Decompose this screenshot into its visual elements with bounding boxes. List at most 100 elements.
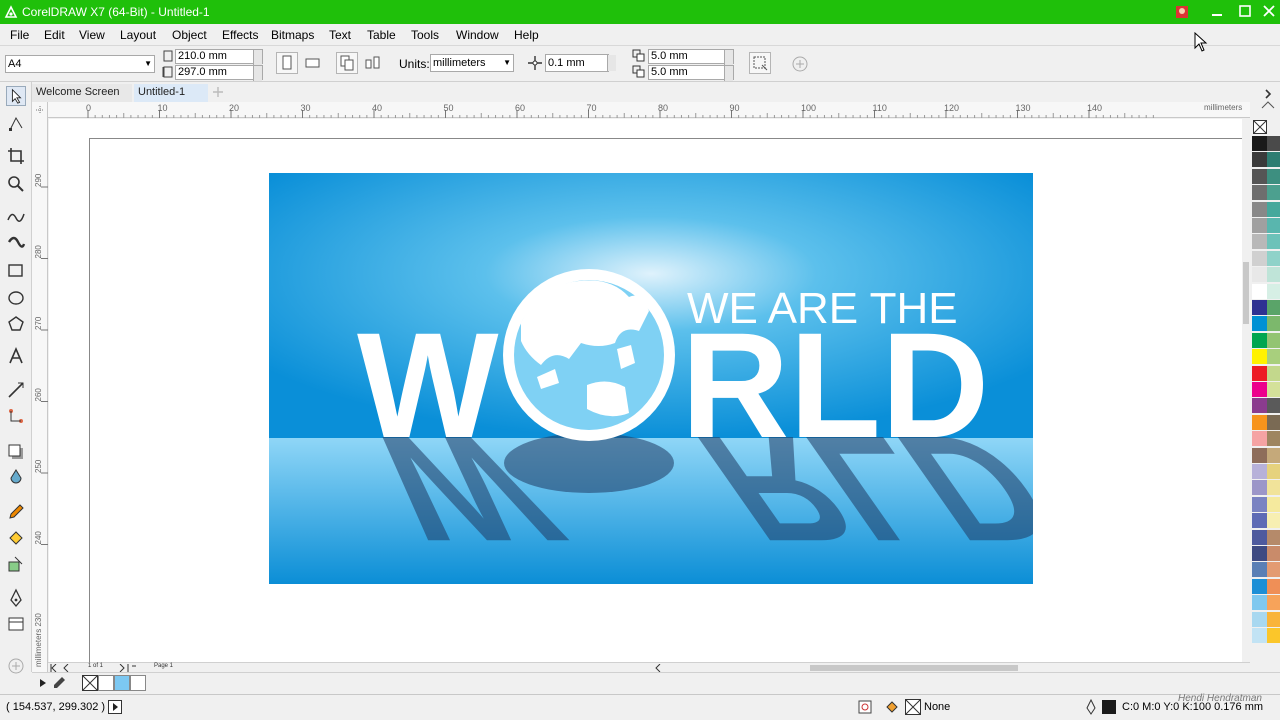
- vertical-ruler[interactable]: 290 280 270 260 250 240 millimeters 230: [32, 102, 48, 672]
- menu-file[interactable]: File: [10, 28, 29, 42]
- palette-swatch[interactable]: [1267, 234, 1280, 250]
- no-color-swatch-icon[interactable]: [1253, 120, 1267, 134]
- smart-fill-icon[interactable]: [6, 554, 26, 574]
- palette-swatch[interactable]: [1252, 398, 1267, 414]
- dock-swatch[interactable]: [98, 675, 114, 691]
- palette-swatch[interactable]: [1252, 447, 1267, 463]
- palette-swatch[interactable]: [1267, 136, 1280, 151]
- eyedropper-icon[interactable]: [52, 676, 66, 690]
- palette-swatch[interactable]: [1267, 595, 1280, 611]
- scroll-left-icon[interactable]: [654, 664, 662, 672]
- world-artwork[interactable]: W RLD WE ARE THE W RLD: [269, 173, 1033, 584]
- palette-swatch[interactable]: [1267, 578, 1280, 594]
- tab-untitled-1[interactable]: Untitled-1: [134, 84, 208, 102]
- palette-swatch[interactable]: [1252, 464, 1267, 479]
- menu-view[interactable]: View: [79, 28, 105, 42]
- palette-swatch[interactable]: [1267, 185, 1280, 201]
- palette-swatch[interactable]: [1252, 496, 1267, 512]
- palette-swatch[interactable]: [1252, 168, 1267, 184]
- palette-swatch[interactable]: [1252, 250, 1267, 266]
- dup-y-spinner[interactable]: [724, 66, 733, 81]
- object-manager-icon[interactable]: [6, 614, 26, 634]
- palette-swatch[interactable]: [1267, 398, 1280, 414]
- palette-swatch[interactable]: [1252, 480, 1267, 496]
- palette-swatch[interactable]: [1252, 365, 1267, 381]
- add-icon[interactable]: [791, 55, 809, 73]
- palette-swatch[interactable]: [1267, 513, 1280, 529]
- page-width-input[interactable]: 210.0 mm: [175, 49, 263, 64]
- palette-swatch[interactable]: [1252, 283, 1267, 299]
- palette-swatch[interactable]: [1267, 201, 1280, 217]
- add-tool-icon[interactable]: [6, 656, 26, 676]
- palette-swatch[interactable]: [1267, 480, 1280, 496]
- interactive-fill-icon[interactable]: [6, 528, 26, 548]
- palette-swatch[interactable]: [1267, 300, 1280, 315]
- menu-layout[interactable]: Layout: [120, 28, 156, 42]
- portrait-button[interactable]: [276, 52, 298, 74]
- palette-swatch[interactable]: [1252, 529, 1267, 545]
- page-height-input[interactable]: 297.0 mm: [175, 65, 263, 80]
- palette-swatch[interactable]: [1252, 414, 1267, 430]
- connector-tool-icon[interactable]: [6, 406, 26, 426]
- duplicate-y-input[interactable]: 5.0 mm: [648, 65, 734, 80]
- palette-swatch[interactable]: [1267, 464, 1280, 479]
- menu-table[interactable]: Table: [367, 28, 396, 42]
- palette-swatch[interactable]: [1252, 431, 1267, 447]
- all-pages-button[interactable]: [336, 52, 358, 74]
- ruler-origin-icon[interactable]: [34, 104, 46, 116]
- palette-swatch[interactable]: [1252, 136, 1267, 151]
- vscroll-thumb[interactable]: [1243, 262, 1249, 324]
- palette-swatch[interactable]: [1252, 611, 1267, 627]
- palette-swatch[interactable]: [1252, 300, 1267, 315]
- palette-swatch[interactable]: [1252, 332, 1267, 348]
- artistic-media-icon[interactable]: [6, 232, 26, 252]
- palette-swatch[interactable]: [1252, 267, 1267, 283]
- palette-swatch[interactable]: [1267, 250, 1280, 266]
- close-button[interactable]: [1257, 0, 1280, 24]
- width-spinner[interactable]: [253, 50, 262, 65]
- palette-swatch[interactable]: [1267, 365, 1280, 381]
- next-page-icon[interactable]: [118, 664, 146, 672]
- palette-swatch[interactable]: [1252, 562, 1267, 578]
- nudge-spinner[interactable]: [607, 55, 616, 71]
- color-eyedropper-icon[interactable]: [6, 502, 26, 522]
- vertical-scrollbar[interactable]: [1242, 118, 1250, 662]
- landscape-button[interactable]: [302, 52, 324, 74]
- page-tab-label[interactable]: Page 1: [154, 663, 173, 669]
- palette-swatch[interactable]: [1252, 201, 1267, 217]
- duplicate-x-input[interactable]: 5.0 mm: [648, 49, 734, 64]
- palette-swatch[interactable]: [1252, 513, 1267, 529]
- palette-swatch[interactable]: [1252, 152, 1267, 168]
- palette-swatch[interactable]: [1252, 546, 1267, 561]
- page-size-select[interactable]: A4 ▼: [5, 55, 155, 73]
- menu-bitmaps[interactable]: Bitmaps: [271, 28, 314, 42]
- palette-swatch[interactable]: [1267, 611, 1280, 627]
- rectangle-tool-icon[interactable]: [6, 260, 26, 280]
- dup-x-spinner[interactable]: [724, 50, 733, 65]
- palette-swatch[interactable]: [1267, 628, 1280, 643]
- account-icon[interactable]: [1166, 0, 1198, 24]
- menu-text[interactable]: Text: [329, 28, 351, 42]
- palette-swatch[interactable]: [1252, 234, 1267, 250]
- color-proof-icon[interactable]: [858, 700, 872, 714]
- ellipse-tool-icon[interactable]: [6, 288, 26, 308]
- drop-shadow-icon[interactable]: [6, 442, 26, 462]
- play-icon[interactable]: [108, 700, 122, 714]
- new-tab-icon[interactable]: [212, 86, 224, 98]
- nudge-input[interactable]: 0.1 mm: [545, 54, 609, 72]
- palette-swatch[interactable]: [1267, 529, 1280, 545]
- palette-swatch[interactable]: [1267, 431, 1280, 447]
- pick-tool-icon[interactable]: [6, 86, 26, 106]
- palette-swatch[interactable]: [1267, 414, 1280, 430]
- palette-swatch[interactable]: [1267, 562, 1280, 578]
- palette-swatch[interactable]: [1252, 349, 1267, 365]
- menu-help[interactable]: Help: [514, 28, 539, 42]
- docker-arrows-icon[interactable]: [1258, 86, 1278, 116]
- palette-swatch[interactable]: [1252, 316, 1267, 332]
- palette-swatch[interactable]: [1252, 628, 1267, 643]
- palette-swatch[interactable]: [1267, 283, 1280, 299]
- polygon-tool-icon[interactable]: [6, 314, 26, 334]
- palette-swatch[interactable]: [1267, 168, 1280, 184]
- units-select[interactable]: millimeters ▼: [430, 54, 514, 72]
- menu-tools[interactable]: Tools: [411, 28, 439, 42]
